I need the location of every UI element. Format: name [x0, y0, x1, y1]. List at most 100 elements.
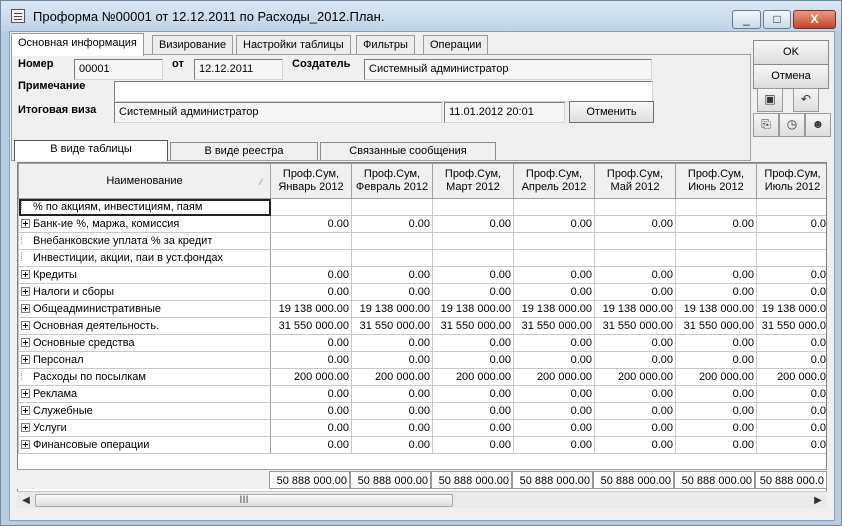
value-cell[interactable]: [351, 249, 433, 267]
value-cell[interactable]: 0.0: [756, 436, 826, 454]
value-cell[interactable]: 0.00: [513, 385, 595, 403]
table-row[interactable]: Общеадминистративные 19 138 000.00 19 138 …: [18, 300, 826, 318]
expand-icon[interactable]: [21, 423, 30, 432]
row-name-cell[interactable]: Основные средства: [18, 334, 271, 352]
value-cell[interactable]: [270, 198, 352, 216]
minimize-button[interactable]: _: [732, 10, 761, 29]
value-cell[interactable]: 0.00: [351, 283, 433, 301]
value-cell[interactable]: [594, 232, 676, 250]
tab-main-info[interactable]: Основная информация: [11, 33, 144, 56]
value-cell[interactable]: 0.00: [270, 385, 352, 403]
table-row[interactable]: Персонал 0.00 0.00 0.00 0.00 0.00 0.00 0.0: [18, 351, 826, 369]
expand-icon[interactable]: [21, 440, 30, 449]
table-row[interactable]: Основная деятельность. 31 550 000.00 31 55…: [18, 317, 826, 335]
value-cell[interactable]: 0.0: [756, 334, 826, 352]
expand-icon[interactable]: [21, 338, 30, 347]
value-cell[interactable]: 19 138 000.00: [351, 300, 433, 318]
row-name-cell[interactable]: Персонал: [18, 351, 271, 369]
clock-icon[interactable]: ◷: [779, 113, 805, 137]
value-cell[interactable]: 0.00: [270, 351, 352, 369]
number-field[interactable]: 00001: [74, 59, 163, 80]
save-icon[interactable]: ▣: [757, 88, 783, 112]
name-column-header[interactable]: Наименование ⁄: [18, 163, 271, 199]
value-cell[interactable]: 19 138 000.00: [594, 300, 676, 318]
visa-datetime-field[interactable]: 11.01.2012 20:01: [444, 102, 565, 123]
scroll-right-icon[interactable]: ▶: [811, 494, 825, 507]
table-row[interactable]: Внебанковские уплата % за кредит: [18, 232, 826, 250]
value-cell[interactable]: 0.00: [513, 436, 595, 454]
row-name-cell[interactable]: Кредиты: [18, 266, 271, 284]
value-cell[interactable]: [351, 232, 433, 250]
value-cell[interactable]: 200 000.00: [351, 368, 433, 386]
row-name-cell[interactable]: Внебанковские уплата % за кредит: [18, 232, 271, 250]
value-cell[interactable]: 0.00: [675, 436, 757, 454]
column-header[interactable]: Проф.Сум, Январь 2012: [270, 163, 352, 199]
value-cell[interactable]: [351, 198, 433, 216]
value-cell[interactable]: 19 138 000.00: [513, 300, 595, 318]
table-row[interactable]: Расходы по посылкам 200 000.00 200 000.00 2…: [18, 368, 826, 386]
tab-visa[interactable]: Визирование: [152, 35, 234, 55]
value-cell[interactable]: 19 138 000.00: [675, 300, 757, 318]
value-cell[interactable]: 19 138 000.00: [432, 300, 514, 318]
expand-icon[interactable]: [21, 389, 30, 398]
value-cell[interactable]: [756, 232, 826, 250]
expand-icon[interactable]: [21, 321, 30, 330]
value-cell[interactable]: 0.00: [594, 419, 676, 437]
value-cell[interactable]: 0.00: [432, 215, 514, 233]
value-cell[interactable]: 0.00: [432, 266, 514, 284]
row-name-cell[interactable]: Финансовые операции: [18, 436, 271, 454]
value-cell[interactable]: [594, 249, 676, 267]
value-cell[interactable]: 0.00: [513, 419, 595, 437]
value-cell[interactable]: [513, 232, 595, 250]
expand-icon[interactable]: [21, 219, 30, 228]
date-field[interactable]: 12.12.2011: [194, 59, 283, 80]
value-cell[interactable]: 0.0: [756, 266, 826, 284]
row-name-cell[interactable]: Основная деятельность.: [18, 317, 271, 335]
expand-icon[interactable]: [21, 270, 30, 279]
value-cell[interactable]: [513, 198, 595, 216]
value-cell[interactable]: [756, 249, 826, 267]
value-cell[interactable]: 200 000.00: [270, 368, 352, 386]
table-row[interactable]: Инвестиции, акции, паи в уст.фондах: [18, 249, 826, 267]
close-button[interactable]: X: [793, 10, 836, 29]
value-cell[interactable]: 0.00: [351, 419, 433, 437]
value-cell[interactable]: [675, 198, 757, 216]
value-cell[interactable]: 31 550 000.00: [675, 317, 757, 335]
value-cell[interactable]: 0.00: [432, 351, 514, 369]
table-row[interactable]: Банк-ие %, маржа, комиссия 0.00 0.00 0.00 0.…: [18, 215, 826, 233]
table-row[interactable]: Услуги 0.00 0.00 0.00 0.00 0.00 0.00 0.0: [18, 419, 826, 437]
row-name-cell[interactable]: Реклама: [18, 385, 271, 403]
value-cell[interactable]: 0.00: [432, 283, 514, 301]
value-cell[interactable]: 0.00: [675, 419, 757, 437]
expand-icon[interactable]: [21, 406, 30, 415]
value-cell[interactable]: 31 550 000.00: [270, 317, 352, 335]
value-cell[interactable]: 0.00: [594, 215, 676, 233]
value-cell[interactable]: 0.00: [513, 334, 595, 352]
expand-icon[interactable]: [21, 355, 30, 364]
row-name-cell[interactable]: Услуги: [18, 419, 271, 437]
value-cell[interactable]: 0.00: [351, 351, 433, 369]
value-cell[interactable]: [432, 232, 514, 250]
value-cell[interactable]: [756, 198, 826, 216]
value-cell[interactable]: 0.00: [270, 419, 352, 437]
cancel-visa-button[interactable]: Отменить: [569, 101, 654, 123]
attach-icon[interactable]: ⎘: [753, 113, 779, 137]
value-cell[interactable]: 31 550 000.00: [513, 317, 595, 335]
value-cell[interactable]: 0.00: [270, 266, 352, 284]
value-cell[interactable]: 0.0: [756, 419, 826, 437]
table-row[interactable]: Основные средства 0.00 0.00 0.00 0.00 0.00 0.0…: [18, 334, 826, 352]
value-cell[interactable]: 0.00: [594, 283, 676, 301]
value-cell[interactable]: 200 000.00: [432, 368, 514, 386]
value-cell[interactable]: 0.00: [513, 215, 595, 233]
value-cell[interactable]: [432, 249, 514, 267]
tab-table-view[interactable]: В виде таблицы: [14, 140, 168, 161]
value-cell[interactable]: 0.00: [513, 402, 595, 420]
value-cell[interactable]: 0.0: [756, 385, 826, 403]
value-cell[interactable]: 0.00: [432, 385, 514, 403]
value-cell[interactable]: [513, 249, 595, 267]
value-cell[interactable]: 0.00: [432, 419, 514, 437]
scroll-left-icon[interactable]: ◀: [19, 494, 33, 507]
maximize-button[interactable]: □: [763, 10, 791, 29]
value-cell[interactable]: 0.00: [432, 402, 514, 420]
value-cell[interactable]: 0.0: [756, 351, 826, 369]
